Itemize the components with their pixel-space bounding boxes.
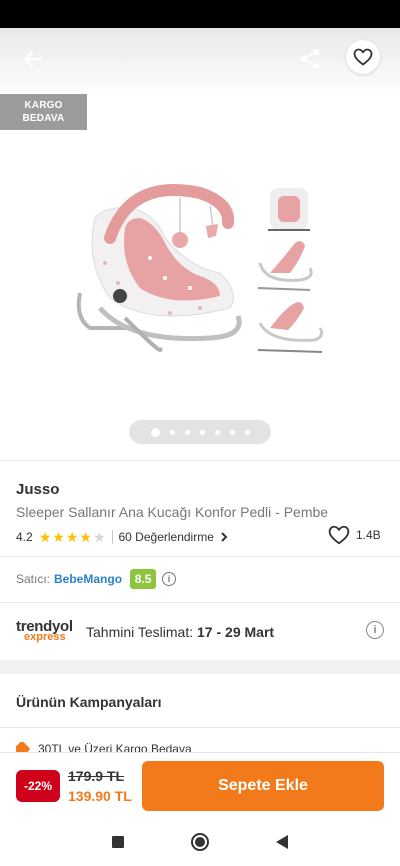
rating-stars: ★ ★ ★ ★ ★ (39, 530, 106, 544)
pagination-dot[interactable] (184, 429, 190, 435)
delivery-estimate: Tahmini Teslimat: 17 - 29 Mart (86, 624, 274, 640)
gallery-pagination[interactable] (129, 420, 271, 444)
pagination-dot[interactable] (214, 429, 220, 435)
trendyol-express-logo: trendyol express (16, 619, 78, 643)
product-gallery[interactable]: KARGO BEDAVA (0, 28, 400, 460)
info-icon[interactable]: i (366, 621, 384, 639)
divider (0, 556, 400, 557)
rating-row: 4.2 ★ ★ ★ ★ ★ 60 Değerlendirme (16, 528, 230, 546)
share-button[interactable] (292, 42, 328, 76)
divider (0, 727, 400, 728)
product-name: Sleeper Sallanır Ana Kucağı Konfor Pedli… (16, 504, 329, 520)
product-brand[interactable]: Jusso (16, 481, 59, 498)
section-separator (0, 660, 400, 674)
star-icon: ★ (79, 529, 92, 545)
favorite-button[interactable] (346, 40, 380, 74)
triangle-back-icon (276, 835, 288, 849)
purchase-bar: -22% 179.9 TL 139.90 TL Sepete Ekle (0, 752, 400, 818)
seller-name-link[interactable]: BebeMango (54, 572, 122, 586)
delivery-label: Tahmini Teslimat: (86, 624, 198, 640)
status-bar (0, 0, 400, 28)
pagination-dot[interactable] (169, 429, 175, 435)
favorite-count-button[interactable]: 1.4B (328, 525, 381, 545)
star-icon: ★ (38, 529, 52, 545)
back-nav-button[interactable] (272, 832, 292, 852)
heart-icon (328, 525, 350, 545)
reviews-link[interactable]: 60 Değerlendirme (119, 530, 230, 544)
delivery-range: 17 - 29 Mart (197, 624, 275, 640)
star-icon: ★ (52, 529, 65, 545)
pagination-dot[interactable] (229, 429, 235, 435)
divider (0, 602, 400, 603)
recents-button[interactable] (108, 832, 128, 852)
product-image (76, 184, 324, 353)
badge-line-2: BEDAVA (22, 113, 65, 124)
delivery-row: trendyol express Tahmini Teslimat: 17 - … (16, 617, 386, 647)
system-nav-bar (0, 818, 400, 866)
seller-label: Satıcı: (16, 572, 51, 586)
review-count: 60 Değerlendirme (118, 530, 214, 544)
free-shipping-badge: KARGO BEDAVA (0, 94, 87, 130)
pagination-dot[interactable] (244, 429, 250, 435)
new-price: 139.90 TL (68, 788, 132, 804)
gallery-top-fade (0, 28, 400, 98)
pagination-dot[interactable] (199, 429, 205, 435)
square-icon (112, 836, 124, 848)
favorite-count: 1.4B (356, 528, 381, 542)
divider (0, 460, 400, 461)
pagination-dot[interactable] (150, 427, 160, 437)
home-button[interactable] (190, 832, 210, 852)
heart-icon (353, 48, 373, 66)
star-empty-icon: ★ (92, 529, 106, 545)
back-button[interactable] (16, 42, 50, 76)
add-to-cart-button[interactable]: Sepete Ekle (142, 761, 384, 811)
rating-separator (111, 530, 113, 544)
logo-text-bottom: express (24, 631, 66, 643)
badge-line-1: KARGO (24, 100, 63, 111)
share-icon (301, 49, 319, 69)
arrow-left-icon (23, 50, 43, 68)
chevron-right-icon (221, 532, 228, 542)
seller-row: Satıcı: BebeMango 8.5 i (16, 568, 177, 590)
info-icon[interactable]: i (162, 572, 177, 586)
old-price: 179.9 TL (68, 768, 125, 784)
circle-icon (191, 833, 209, 851)
seller-score-badge: 8.5 (130, 569, 157, 589)
star-icon: ★ (65, 529, 79, 545)
rating-score: 4.2 (16, 530, 33, 544)
campaigns-title: Ürünün Kampanyaları (16, 694, 162, 710)
discount-badge: -22% (16, 770, 60, 802)
